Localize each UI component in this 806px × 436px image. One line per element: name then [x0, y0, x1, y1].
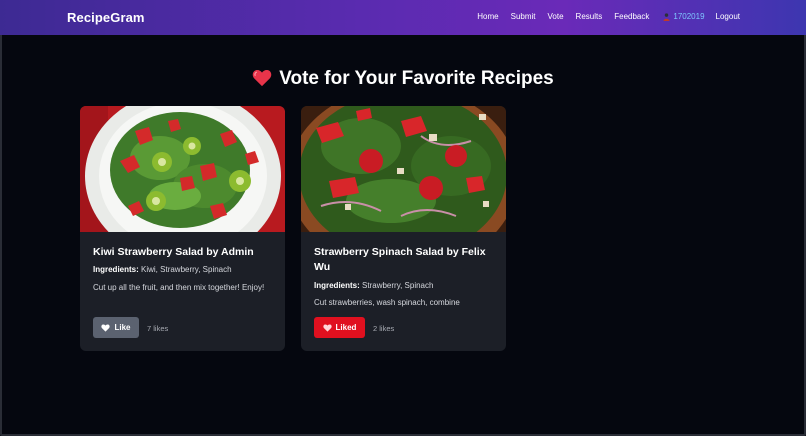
nav-user[interactable]: 1702019: [663, 12, 705, 21]
nav-links: Home Submit Vote Results Feedback 170201…: [465, 12, 740, 21]
recipe-ingredients: Ingredients: Strawberry, Spinach: [314, 281, 499, 290]
liked-button[interactable]: Liked: [314, 317, 365, 338]
likes-count: 2 likes: [373, 324, 395, 333]
recipe-title: Strawberry Spinach Salad by Felix Wu: [314, 246, 486, 273]
ingredients-label: Ingredients:: [314, 281, 360, 290]
page-title-text: Vote for Your Favorite Recipes: [279, 68, 554, 89]
heart-icon: [322, 323, 332, 332]
recipe-title: Kiwi Strawberry Salad by Admin: [93, 246, 254, 258]
recipe-description: Cut up all the fruit, and then mix toget…: [93, 283, 265, 292]
recipe-description: Cut strawberries, wash spinach, combine: [314, 298, 460, 307]
nav-home[interactable]: Home: [477, 12, 498, 21]
user-id: 1702019: [673, 12, 705, 21]
recipe-ingredients: Ingredients: Kiwi, Strawberry, Spinach: [93, 265, 278, 274]
recipe-image: [301, 106, 506, 232]
nav-results[interactable]: Results: [576, 12, 603, 21]
navbar: RecipeGram Home Submit Vote Results Feed…: [0, 0, 806, 35]
likes-count: 7 likes: [147, 324, 169, 333]
ingredients-label: Ingredients:: [93, 265, 139, 274]
nav-feedback[interactable]: Feedback: [614, 12, 649, 21]
heart-icon: [252, 69, 272, 87]
recipe-card: Kiwi Strawberry Salad by Admin Ingredien…: [80, 106, 285, 351]
recipe-card: Strawberry Spinach Salad by Felix Wu Ing…: [301, 106, 506, 351]
like-button-label: Like: [114, 323, 131, 332]
heart-icon: [101, 323, 111, 332]
nav-submit[interactable]: Submit: [511, 12, 536, 21]
liked-button-label: Liked: [335, 323, 357, 332]
logout-link[interactable]: Logout: [716, 12, 740, 21]
recipe-image: [80, 106, 285, 232]
user-icon: [663, 12, 670, 21]
page-title: Vote for Your Favorite Recipes: [0, 68, 806, 90]
brand-logo[interactable]: RecipeGram: [67, 10, 145, 25]
nav-vote[interactable]: Vote: [548, 12, 564, 21]
like-button[interactable]: Like: [93, 317, 139, 338]
ingredients-value: Kiwi, Strawberry, Spinach: [141, 265, 232, 274]
ingredients-value: Strawberry, Spinach: [362, 281, 434, 290]
